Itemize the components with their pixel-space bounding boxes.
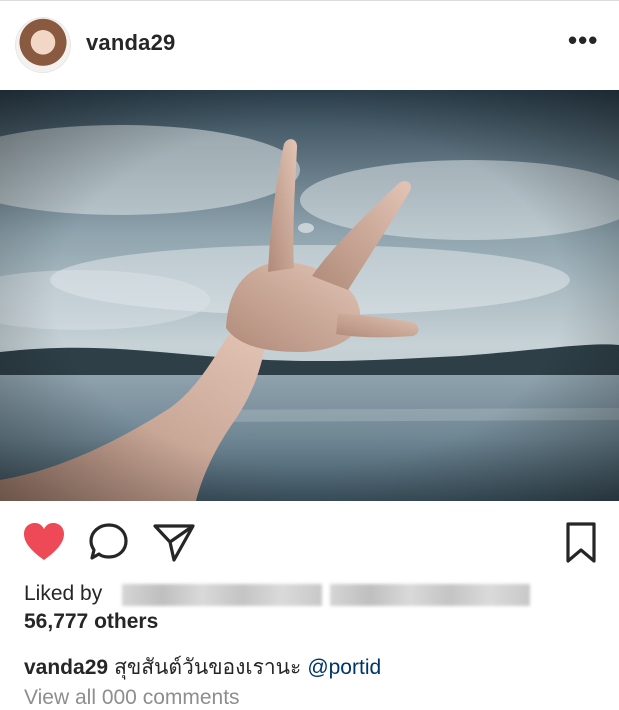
avatar[interactable] bbox=[16, 18, 70, 72]
caption-username[interactable]: vanda29 bbox=[24, 656, 108, 679]
caption-text: สุขสันต์วันของเรานะ bbox=[114, 656, 302, 679]
post-photo[interactable] bbox=[0, 90, 619, 501]
post-username[interactable]: vanda29 bbox=[86, 30, 175, 56]
caption-mention[interactable]: @portid bbox=[307, 656, 381, 679]
post-header: vanda29 ••• bbox=[0, 0, 619, 90]
view-all-comments-link[interactable]: View all 000 comments bbox=[24, 686, 240, 710]
liked-by-label: Liked by bbox=[24, 582, 103, 605]
send-icon[interactable] bbox=[152, 522, 196, 562]
liked-by-usernames-blurred-2 bbox=[330, 584, 530, 606]
action-bar bbox=[0, 514, 619, 570]
more-icon[interactable]: ••• bbox=[568, 27, 598, 53]
heart-icon[interactable] bbox=[22, 522, 66, 562]
comment-icon[interactable] bbox=[88, 521, 130, 563]
likes-count[interactable]: 56,777 others bbox=[24, 610, 158, 634]
liked-by-usernames-blurred bbox=[122, 584, 322, 606]
bookmark-icon[interactable] bbox=[564, 521, 598, 565]
post-caption: vanda29 สุขสันต์วันของเรานะ @portid bbox=[24, 651, 381, 684]
